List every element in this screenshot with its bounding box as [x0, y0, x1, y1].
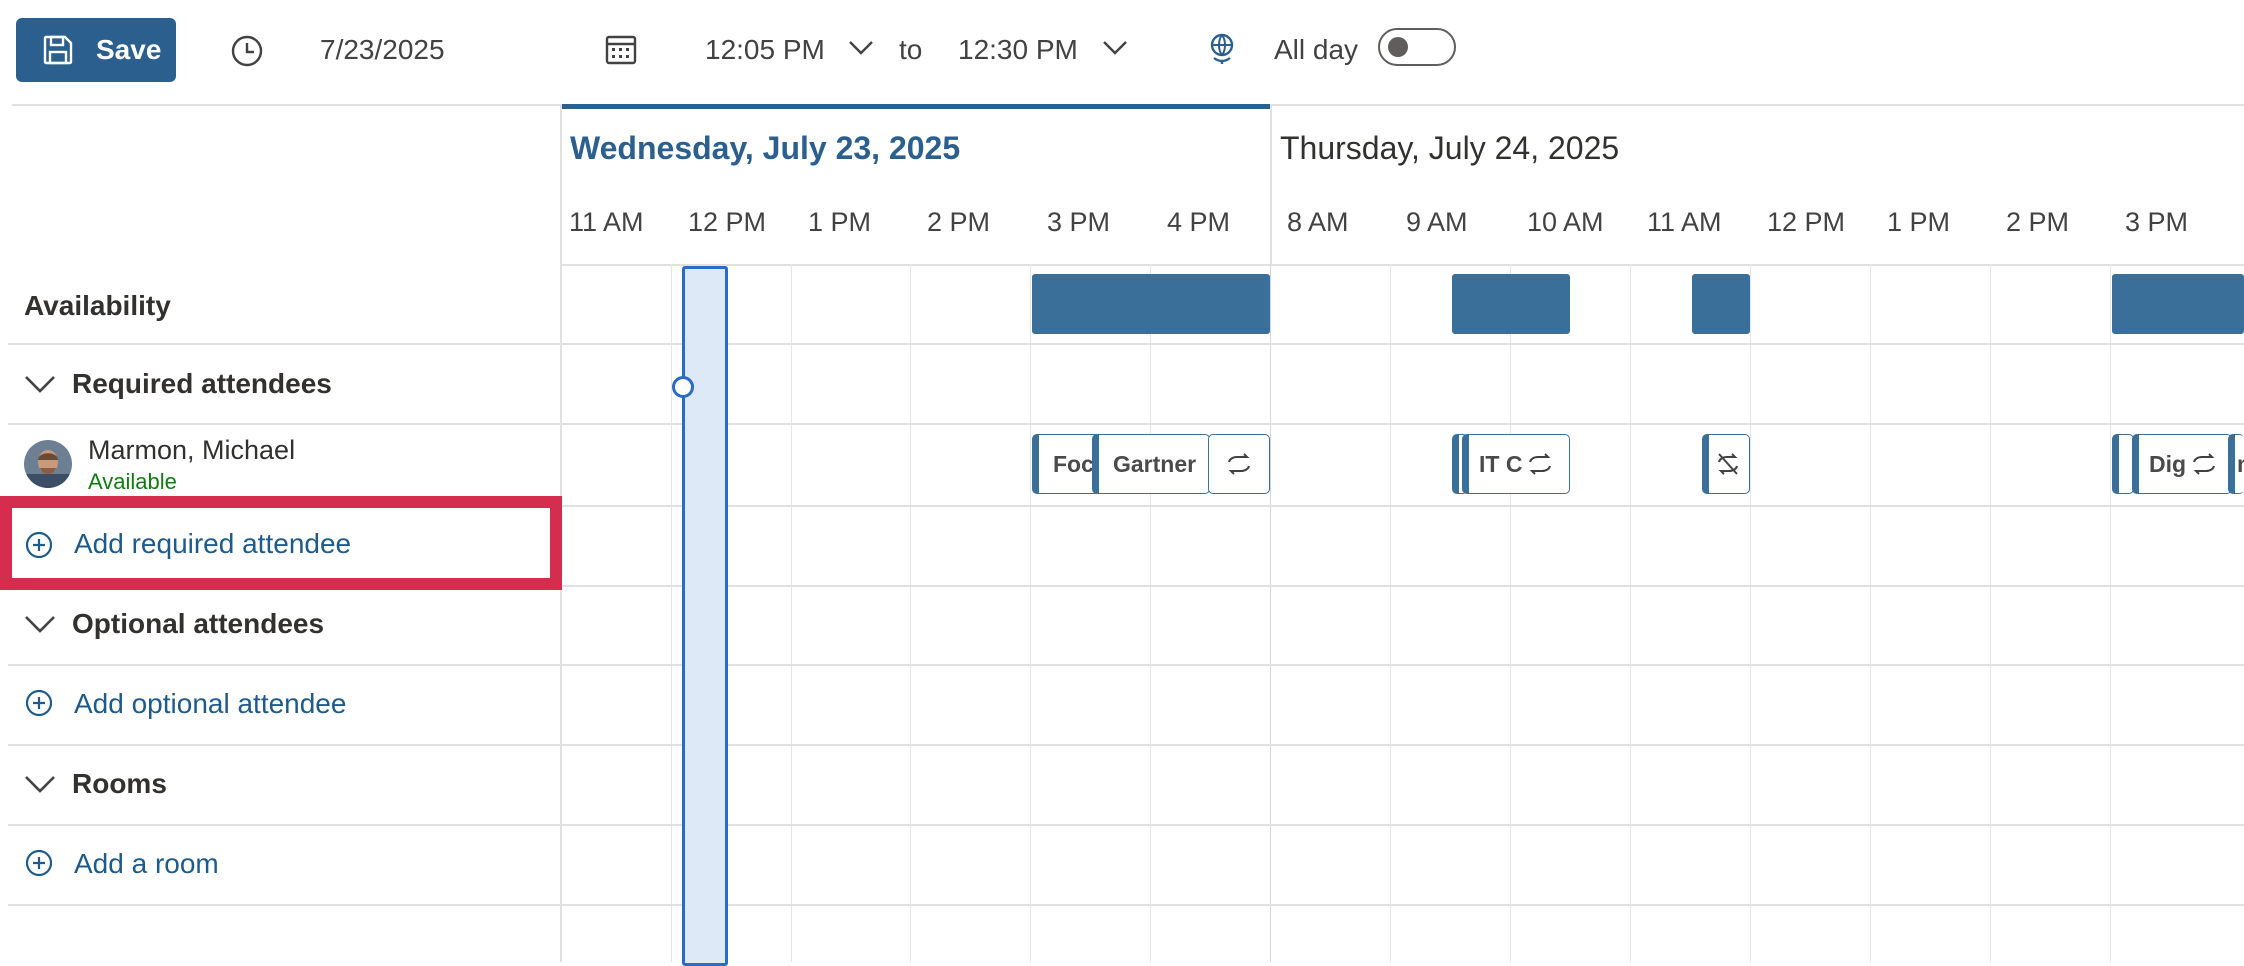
add-circle-icon[interactable]: [24, 688, 54, 718]
save-label: Save: [96, 34, 162, 65]
selected-time-slot[interactable]: [682, 266, 728, 966]
hour-label: 9 AM: [1406, 207, 1468, 237]
calendar-icon[interactable]: [604, 32, 638, 66]
optional-attendees-header[interactable]: Optional attendees: [72, 604, 324, 644]
recurring-icon: [1228, 453, 1250, 475]
grid-row-line: [562, 824, 2244, 826]
grid-line: [1750, 264, 1751, 962]
to-label: to: [899, 34, 923, 65]
chevron-down-icon[interactable]: [1102, 40, 1128, 56]
clock-icon: [231, 35, 263, 67]
save-button[interactable]: Save: [16, 18, 176, 82]
grid-line: [1030, 264, 1031, 962]
hour-label: 12 PM: [688, 207, 767, 237]
start-time-field[interactable]: 12:05 PM: [705, 30, 825, 70]
recurring-icon: [2193, 453, 2216, 475]
calendar-event[interactable]: IT C: [1462, 434, 1570, 494]
grid-line: [2110, 264, 2111, 962]
availability-label: Availability: [24, 290, 171, 321]
all-day-label: All day: [1274, 34, 1359, 65]
row-divider: [8, 343, 560, 345]
time-slot-drag-handle[interactable]: [672, 376, 694, 398]
calendar-event[interactable]: m: [2228, 434, 2244, 494]
grid-row-line: [562, 343, 2244, 345]
add-optional-attendee-link[interactable]: Add optional attendee: [74, 684, 346, 724]
hour-label: 10 AM: [1527, 207, 1604, 237]
date-field[interactable]: 7/23/2025: [320, 30, 445, 70]
event-title: Foc: [1053, 450, 1094, 477]
hour-label: 1 PM: [1887, 207, 1951, 237]
event-title: IT C: [1479, 450, 1523, 477]
busy-block: [2112, 274, 2244, 334]
grid-row-line: [562, 423, 2244, 425]
hour-label: 2 PM: [2006, 207, 2070, 237]
chevron-down-icon[interactable]: [24, 614, 56, 634]
grid-line: [1990, 264, 1991, 962]
chevron-down-icon[interactable]: [848, 40, 874, 56]
hour-label: 3 PM: [2125, 207, 2189, 237]
row-divider: [8, 904, 560, 906]
event-title: Gartner: [1113, 450, 1197, 477]
grid-line: [1630, 264, 1631, 962]
event-title: Dig: [2149, 450, 2187, 477]
hour-label: 11 AM: [569, 207, 644, 237]
calendar-event[interactable]: [1208, 434, 1270, 494]
hour-label: 12 PM: [1767, 207, 1846, 237]
grid-row-line: [562, 744, 2244, 746]
grid-row-line: [562, 585, 2244, 587]
row-divider: [8, 664, 560, 666]
hour-label: 3 PM: [1047, 207, 1111, 237]
hour-label: 8 AM: [1287, 207, 1349, 237]
day-header-thursday[interactable]: Thursday, July 24, 2025: [1280, 126, 1619, 170]
row-divider: [8, 423, 560, 425]
calendar-event[interactable]: [2112, 434, 2134, 494]
calendar-event[interactable]: Gartner: [1092, 434, 1210, 494]
grid-line: [1510, 264, 1511, 962]
save-icon: [43, 35, 73, 65]
grid-line: [1390, 264, 1391, 962]
grid-row-line: [562, 505, 2244, 507]
busy-block: [1692, 274, 1750, 334]
grid-header-divider: [562, 264, 2244, 266]
attendee-name[interactable]: Marmon, Michael: [88, 432, 295, 468]
chevron-down-icon[interactable]: [24, 374, 56, 394]
toggle-knob: [1388, 37, 1408, 57]
grid-line: [1870, 264, 1871, 962]
rooms-header[interactable]: Rooms: [72, 764, 167, 804]
end-time-field[interactable]: 12:30 PM: [958, 30, 1078, 70]
busy-block: [1452, 274, 1570, 334]
hour-label: 1 PM: [808, 207, 872, 237]
time-zone-icon[interactable]: [1204, 30, 1240, 66]
attendee-status: Available: [88, 469, 177, 494]
grid-line: [791, 264, 792, 962]
grid-line: [671, 264, 672, 962]
add-room-link[interactable]: Add a room: [74, 844, 219, 884]
event-title: m: [2237, 451, 2244, 478]
grid-row-line: [562, 904, 2244, 906]
recurring-off-icon: [1718, 453, 1738, 475]
selected-day-indicator: [562, 104, 1270, 109]
busy-block: [1032, 274, 1270, 334]
calendar-event[interactable]: Dig: [2132, 434, 2232, 494]
grid-line: [1270, 264, 1271, 962]
recurring-icon: [1529, 453, 1552, 475]
hour-label: 11 AM: [1647, 207, 1722, 237]
chevron-down-icon[interactable]: [24, 774, 56, 794]
hour-label: 2 PM: [927, 207, 991, 237]
calendar-event[interactable]: Foc: [1032, 434, 1100, 494]
grid-line: [1150, 264, 1151, 962]
hour-label: 4 PM: [1167, 207, 1231, 237]
grid-line: [910, 264, 911, 962]
row-divider: [8, 744, 560, 746]
all-day-toggle[interactable]: [1378, 28, 1456, 66]
grid-row-line: [562, 664, 2244, 666]
day-divider: [1270, 104, 1272, 264]
highlight-box: [0, 496, 562, 590]
day-header-wednesday[interactable]: Wednesday, July 23, 2025: [570, 126, 960, 170]
required-attendees-header[interactable]: Required attendees: [72, 364, 332, 404]
calendar-event[interactable]: [1702, 434, 1750, 494]
row-divider: [8, 824, 560, 826]
avatar: [24, 440, 72, 488]
add-circle-icon[interactable]: [24, 848, 54, 878]
